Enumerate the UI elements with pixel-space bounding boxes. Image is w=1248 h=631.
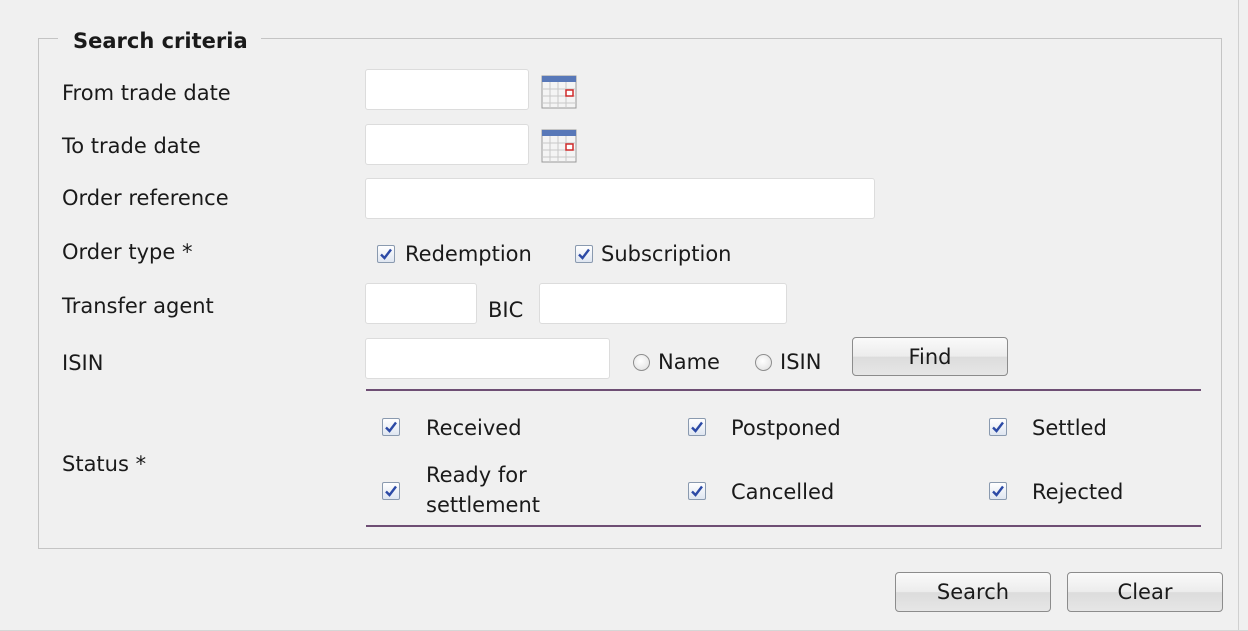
- settled-label: Settled: [1032, 416, 1107, 440]
- received-label: Received: [426, 416, 522, 440]
- settled-checkbox[interactable]: [989, 418, 1007, 436]
- cancelled-label: Cancelled: [731, 480, 835, 504]
- checkmark-icon: [691, 421, 703, 433]
- name-radio[interactable]: Name: [633, 348, 720, 376]
- subscription-label: Subscription: [601, 242, 732, 266]
- checkmark-icon: [385, 485, 397, 497]
- order-reference-input[interactable]: [365, 178, 875, 219]
- checkbox-box[interactable]: [377, 245, 395, 263]
- to-trade-date-input[interactable]: [365, 124, 529, 165]
- radio-button[interactable]: [633, 353, 650, 371]
- bic-input[interactable]: [539, 283, 787, 324]
- cancelled-checkbox[interactable]: [688, 482, 706, 500]
- radio-button[interactable]: [755, 353, 772, 371]
- page-border: [1238, 0, 1239, 631]
- transfer-agent-label: Transfer agent: [62, 294, 214, 318]
- order-reference-label: Order reference: [62, 186, 229, 210]
- isin-radio[interactable]: ISIN: [755, 348, 821, 376]
- redemption-checkbox[interactable]: Redemption: [377, 240, 532, 268]
- ready-for-settlement-checkbox[interactable]: [382, 482, 400, 500]
- find-button[interactable]: Find: [852, 337, 1008, 376]
- subscription-checkbox[interactable]: Subscription: [575, 240, 731, 268]
- checkbox-box[interactable]: [575, 245, 593, 263]
- redemption-label: Redemption: [405, 242, 532, 266]
- checkmark-icon: [385, 421, 397, 433]
- search-button[interactable]: Search: [895, 572, 1051, 612]
- checkmark-icon: [992, 421, 1004, 433]
- checkmark-icon: [992, 485, 1004, 497]
- rejected-checkbox[interactable]: [989, 482, 1007, 500]
- order-type-label: Order type *: [62, 240, 193, 264]
- ready-for-settlement-label: Ready for settlement: [426, 463, 541, 517]
- isin-label: ISIN: [62, 351, 104, 375]
- calendar-icon[interactable]: [541, 129, 577, 163]
- transfer-agent-input[interactable]: [365, 283, 477, 324]
- checkmark-icon: [578, 248, 590, 260]
- to-trade-date-label: To trade date: [62, 134, 201, 158]
- isin-radio-label: ISIN: [780, 350, 822, 374]
- calendar-icon[interactable]: [541, 75, 577, 109]
- rejected-label: Rejected: [1032, 480, 1124, 504]
- received-checkbox[interactable]: [382, 418, 400, 436]
- search-criteria-legend: Search criteria: [58, 27, 261, 55]
- clear-button[interactable]: Clear: [1067, 572, 1223, 612]
- from-trade-date-input[interactable]: [365, 69, 529, 110]
- bic-label: BIC: [488, 298, 524, 322]
- status-label: Status *: [62, 452, 147, 476]
- isin-input[interactable]: [365, 338, 610, 379]
- status-separator-top: [366, 389, 1201, 391]
- from-trade-date-label: From trade date: [62, 81, 231, 105]
- status-separator-bottom: [366, 525, 1201, 527]
- postponed-checkbox[interactable]: [688, 418, 706, 436]
- name-radio-label: Name: [658, 350, 720, 374]
- checkmark-icon: [380, 248, 392, 260]
- postponed-label: Postponed: [731, 416, 841, 440]
- checkmark-icon: [691, 485, 703, 497]
